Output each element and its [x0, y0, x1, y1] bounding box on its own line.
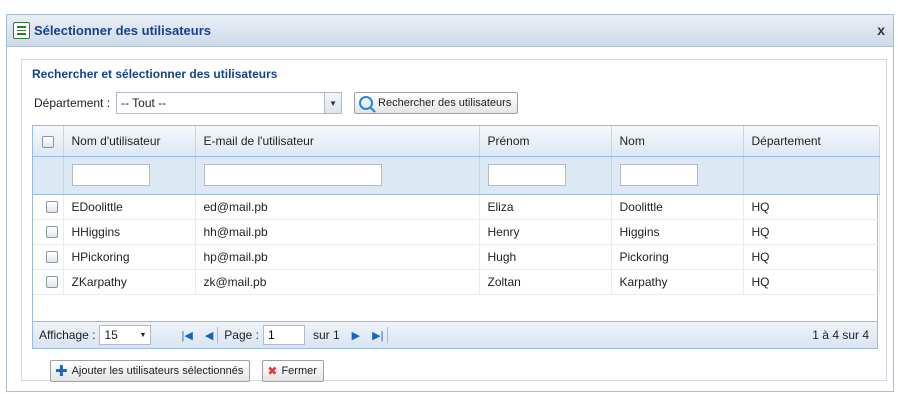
cell-email: zk@mail.pb [195, 269, 480, 295]
close-button-label: Fermer [281, 365, 317, 377]
cell-username: HPickoring [63, 244, 196, 270]
filter-cell-username [63, 156, 196, 195]
column-header-firstname[interactable]: Prénom [479, 126, 612, 157]
close-icon[interactable]: x [877, 22, 885, 38]
cell-firstname: Hugh [479, 244, 612, 270]
table-row[interactable]: HPickoring hp@mail.pb Hugh Pickoring HQ [33, 244, 880, 270]
cell-lastname: Doolittle [611, 194, 744, 220]
action-buttons: ✚ Ajouter les utilisateurs sélectionnés … [50, 360, 324, 382]
page-size-label: Affichage : [39, 328, 96, 342]
last-page-icon[interactable]: ▶| [372, 329, 383, 342]
cell-email: ed@mail.pb [195, 194, 480, 220]
filter-cell-lastname [611, 156, 744, 195]
row-checkbox[interactable] [45, 276, 58, 289]
cell-firstname: Henry [479, 219, 612, 245]
department-label: Département : [34, 96, 111, 110]
search-users-button-label: Rechercher des utilisateurs [378, 97, 512, 109]
table-row[interactable]: HHiggins hh@mail.pb Henry Higgins HQ [33, 219, 880, 245]
lastname-filter-input[interactable] [619, 164, 698, 186]
filter-cell-email [195, 156, 480, 195]
filter-cell-firstname [479, 156, 612, 195]
column-header-email[interactable]: E-mail de l'utilisateur [195, 126, 480, 157]
add-selected-users-button[interactable]: ✚ Ajouter les utilisateurs sélectionnés [50, 360, 251, 382]
plus-icon: ✚ [55, 362, 68, 380]
cell-lastname: Pickoring [611, 244, 744, 270]
dialog-titlebar: Sélectionner des utilisateurs x [7, 15, 893, 47]
department-filter-row: Département : -- Tout -- ▼ Rechercher de… [34, 92, 519, 114]
cell-email: hp@mail.pb [195, 244, 480, 270]
row-checkbox-cell[interactable] [33, 269, 64, 295]
page-size-value: 15 [104, 328, 118, 342]
page-label: Page : [224, 328, 259, 342]
section-title: Rechercher et sélectionner des utilisate… [32, 67, 278, 81]
row-checkbox-cell[interactable] [33, 194, 64, 220]
cell-lastname: Higgins [611, 219, 744, 245]
table-row[interactable]: ZKarpathy zk@mail.pb Zoltan Karpathy HQ [33, 269, 880, 295]
table-row[interactable]: EDoolittle ed@mail.pb Eliza Doolittle HQ [33, 194, 880, 220]
cell-firstname: Zoltan [479, 269, 612, 295]
row-checkbox[interactable] [45, 226, 58, 239]
chevron-down-icon[interactable]: ▼ [140, 332, 147, 339]
grid-pager: Affichage : 15 ▼ |◀ ◀ Page : sur 1 ▶ ▶| … [33, 321, 877, 348]
filter-cell-empty [33, 156, 64, 195]
search-users-button[interactable]: Rechercher des utilisateurs [354, 92, 519, 114]
header-select-all[interactable] [33, 126, 64, 157]
cell-department: HQ [743, 244, 880, 270]
page-size-select[interactable]: 15 ▼ [99, 325, 152, 345]
pager-separator [217, 327, 219, 343]
row-checkbox-cell[interactable] [33, 219, 64, 245]
cell-lastname: Karpathy [611, 269, 744, 295]
select-all-checkbox[interactable] [41, 135, 54, 148]
page-of-label: sur 1 [312, 328, 340, 342]
previous-page-icon[interactable]: ◀ [205, 329, 213, 342]
search-panel: Rechercher et sélectionner des utilisate… [21, 59, 887, 382]
column-header-department[interactable]: Département [743, 126, 880, 157]
cell-username: HHiggins [63, 219, 196, 245]
filter-cell-department [743, 156, 880, 195]
next-page-icon[interactable]: ▶ [352, 329, 360, 342]
cell-firstname: Eliza [479, 194, 612, 220]
column-header-lastname[interactable]: Nom [611, 126, 744, 157]
department-select[interactable]: -- Tout -- ▼ [116, 92, 343, 114]
users-grid: Nom d'utilisateur E-mail de l'utilisateu… [32, 125, 880, 349]
close-button[interactable]: ✖ Fermer [262, 360, 324, 382]
filter-row [33, 156, 880, 195]
first-page-icon[interactable]: |◀ [181, 329, 192, 342]
pager-summary: 1 à 4 sur 4 [812, 328, 869, 342]
cell-department: HQ [743, 219, 880, 245]
cell-username: ZKarpathy [63, 269, 196, 295]
row-checkbox[interactable] [45, 251, 58, 264]
cell-department: HQ [743, 194, 880, 220]
dialog-title: Sélectionner des utilisateurs [34, 23, 212, 38]
add-selected-users-label: Ajouter les utilisateurs sélectionnés [71, 365, 244, 377]
chevron-down-icon[interactable]: ▼ [324, 93, 342, 113]
cell-username: EDoolittle [63, 194, 196, 220]
email-filter-input[interactable] [203, 164, 382, 186]
row-checkbox[interactable] [45, 201, 58, 214]
select-users-dialog: Sélectionner des utilisateurs x Recherch… [6, 14, 894, 392]
cell-email: hh@mail.pb [195, 219, 480, 245]
username-filter-input[interactable] [71, 164, 150, 186]
pager-separator [387, 327, 389, 343]
page-number-input[interactable] [262, 325, 305, 345]
department-select-value: -- Tout -- [121, 96, 167, 110]
list-window-icon [13, 22, 30, 39]
magnifier-icon [359, 96, 374, 110]
row-checkbox-cell[interactable] [33, 244, 64, 270]
cell-department: HQ [743, 269, 880, 295]
column-header-username[interactable]: Nom d'utilisateur [63, 126, 196, 157]
red-x-icon: ✖ [267, 364, 278, 378]
firstname-filter-input[interactable] [487, 164, 566, 186]
